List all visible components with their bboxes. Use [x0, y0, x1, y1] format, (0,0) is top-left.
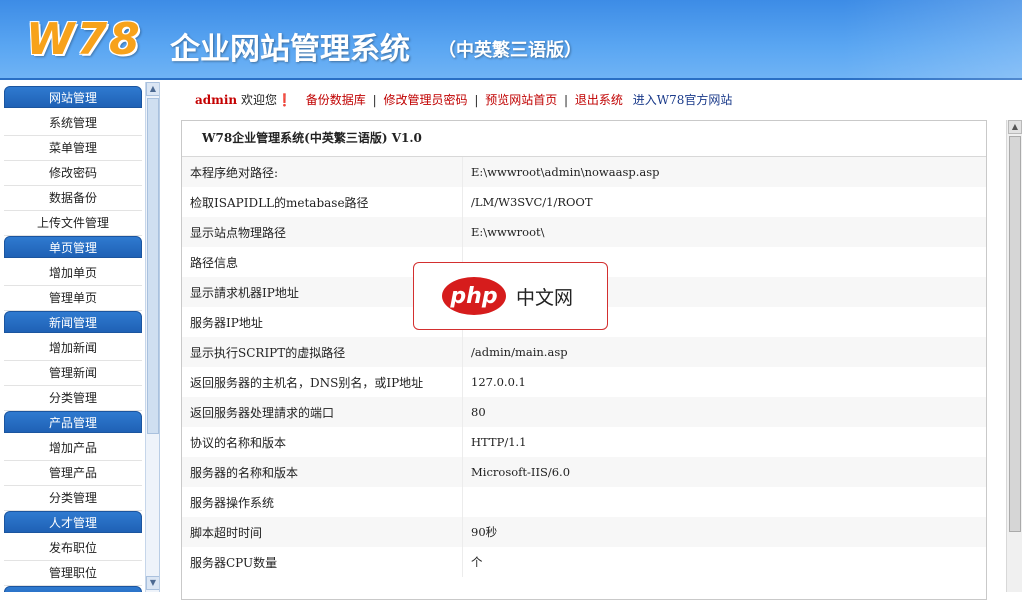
row-label: 协议的名称和版本 [182, 427, 463, 457]
table-row: 服务器的名称和版本 Microsoft-IIS/6.0 [182, 457, 986, 487]
table-row: 检取ISAPIDLL的metabase路径/LM/W3SVC/1/ROOT [182, 187, 986, 217]
w78-logo: W78 [26, 14, 142, 65]
row-value: /LM/W3SVC/1/ROOT [471, 195, 593, 209]
row-label: 服务器CPU数量 [182, 547, 463, 577]
sidebar-item-backup[interactable]: 数据备份 [4, 186, 142, 211]
scroll-up-icon[interactable]: ▲ [1008, 120, 1022, 134]
sidebar-item-password[interactable]: 修改密码 [4, 161, 142, 186]
table-row: 服务器CPU数量个 [182, 547, 986, 577]
row-label: 显示执行SCRIPT的虚拟路径 [182, 337, 463, 367]
scroll-up-icon[interactable]: ▲ [146, 82, 159, 96]
sidebar-item-manage-jobs[interactable]: 管理职位 [4, 561, 142, 586]
table-row: 返回服务器的主机名，DNS别名，或IP地址 127.0.0.1 [182, 367, 986, 397]
table-row: 显示执行SCRIPT的虚拟路径/admin/main.asp [182, 337, 986, 367]
row-label: 脚本超时时间 [182, 517, 463, 547]
row-label: 返回服务器处理請求的端口 [182, 397, 463, 427]
sidebar-item-system[interactable]: 系统管理 [4, 111, 142, 136]
panel-title: W78企业管理系统(中英繁三语版) V1.0 [182, 121, 986, 157]
table-row: 协议的名称和版本 HTTP/1.1 [182, 427, 986, 457]
table-row: 脚本超时时间 90秒 [182, 517, 986, 547]
row-value: Microsoft-IIS/6.0 [471, 465, 571, 479]
row-label: 显示站点物理路径 [182, 217, 463, 247]
sidebar-item-product-category[interactable]: 分类管理 [4, 486, 142, 511]
sidebar-scrollbar[interactable]: ▲ ▼ [145, 82, 159, 592]
sidebar-item-add-product[interactable]: 增加产品 [4, 436, 142, 461]
sidebar-item-manage-news[interactable]: 管理新闻 [4, 361, 142, 386]
welcome-text: 欢迎您❗ [240, 93, 292, 107]
sidebar: 网站管理 系统管理 菜单管理 修改密码 数据备份 上传文件管理 单页管理 增加单… [0, 82, 160, 592]
official-site-link[interactable]: 进入W78官方网站 [633, 93, 733, 107]
main-scroll-thumb[interactable] [1009, 136, 1021, 532]
separator: | [564, 93, 569, 107]
sidebar-item-menu[interactable]: 菜单管理 [4, 136, 142, 161]
app-header: W78 企业网站管理系统 （中英繁三语版） [0, 0, 1022, 80]
sidebar-scroll-thumb[interactable] [147, 98, 159, 434]
username: admin [195, 93, 238, 107]
sidebar-item-manage-products[interactable]: 管理产品 [4, 461, 142, 486]
row-value: 127.0.0.1 [471, 375, 526, 389]
server-info-panel: W78企业管理系统(中英繁三语版) V1.0 本程序绝对路径: E:\wwwroo… [181, 120, 987, 600]
row-value: /admin/main.asp [471, 345, 568, 359]
row-value: 90秒 [471, 525, 498, 539]
php-logo-icon: php [442, 277, 506, 315]
menu-group-news[interactable]: 新闻管理 [4, 311, 142, 333]
row-label: 返回服务器的主机名，DNS别名，或IP地址 [182, 367, 463, 397]
menu-group-jobs[interactable]: 人才管理 [4, 511, 142, 533]
sidebar-item-manage-pages[interactable]: 管理单页 [4, 286, 142, 311]
menu-group-next[interactable] [4, 586, 142, 592]
separator: | [372, 93, 377, 107]
table-row: 返回服务器处理請求的端口 80 [182, 397, 986, 427]
backup-db-link[interactable]: 备份数据库 [306, 93, 366, 107]
table-row: 显示站点物理路径 E:\wwwroot\ [182, 217, 986, 247]
main-scrollbar[interactable]: ▲ [1006, 120, 1022, 592]
sidebar-item-add-news[interactable]: 增加新闻 [4, 336, 142, 361]
app-title: 企业网站管理系统 [170, 32, 410, 67]
php-cn-watermark: php 中文网 [413, 262, 608, 330]
sidebar-item-add-page[interactable]: 增加单页 [4, 261, 142, 286]
separator: | [474, 93, 479, 107]
row-value: E:\wwwroot\admin\nowaasp.asp [471, 165, 660, 179]
row-value: E:\wwwroot\ [471, 225, 545, 239]
scroll-down-icon[interactable]: ▼ [146, 576, 159, 590]
watermark-text: 中文网 [516, 286, 574, 309]
sidebar-item-news-category[interactable]: 分类管理 [4, 386, 142, 411]
table-row: 服务器操作系统 [182, 487, 986, 517]
preview-site-link[interactable]: 预览网站首页 [485, 93, 557, 107]
change-password-link[interactable]: 修改管理员密码 [383, 93, 467, 107]
sidebar-item-upload[interactable]: 上传文件管理 [4, 211, 142, 236]
info-table: 本程序绝对路径: E:\wwwroot\admin\nowaasp.asp 检取I… [182, 157, 986, 577]
sidebar-menu: 网站管理 系统管理 菜单管理 修改密码 数据备份 上传文件管理 单页管理 增加单… [4, 86, 142, 592]
menu-group-site[interactable]: 网站管理 [4, 86, 142, 108]
table-row: 本程序绝对路径: E:\wwwroot\admin\nowaasp.asp [182, 157, 986, 187]
menu-group-pages[interactable]: 单页管理 [4, 236, 142, 258]
row-value: HTTP/1.1 [471, 435, 527, 449]
logout-link[interactable]: 退出系统 [575, 93, 623, 107]
row-label: 服务器操作系统 [182, 487, 463, 517]
menu-group-products[interactable]: 产品管理 [4, 411, 142, 433]
row-label: 本程序绝对路径: [182, 157, 463, 187]
row-label: 检取ISAPIDLL的metabase路径 [182, 187, 463, 217]
row-value: 80 [471, 405, 486, 419]
app-subtitle: （中英繁三语版） [438, 40, 582, 61]
row-value: 个 [471, 555, 483, 569]
top-toolbar: admin 欢迎您❗ 备份数据库 | 修改管理员密码 | 预览网站首页 | 退出… [160, 82, 1006, 114]
row-label: 服务器的名称和版本 [182, 457, 463, 487]
sidebar-item-post-job[interactable]: 发布职位 [4, 536, 142, 561]
